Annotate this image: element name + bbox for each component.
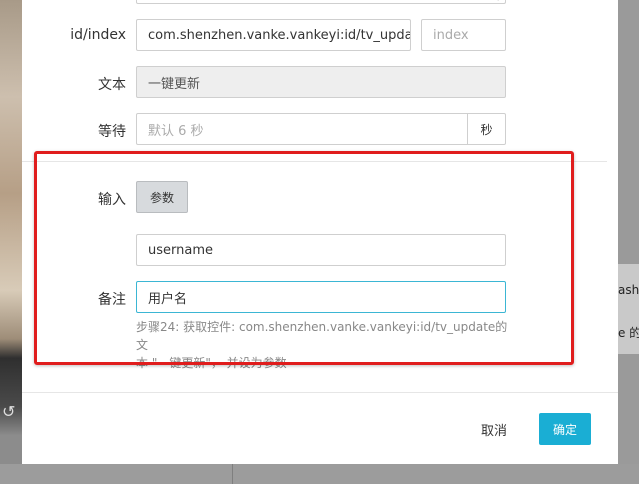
wait-input[interactable]: 默认 6 秒 — [136, 113, 468, 145]
wait-label: 等待 — [98, 124, 126, 140]
id-input[interactable]: com.shenzhen.vanke.vankeyi:id/tv_update — [136, 19, 411, 51]
background-page-left: ↺ — [0, 0, 22, 484]
background-divider — [232, 464, 233, 484]
footer-divider — [22, 392, 618, 393]
id-index-label: id/index — [70, 27, 126, 43]
step-edit-dialog: ⋰ id/index com.shenzhen.vanke.vankeyi:id… — [22, 0, 618, 464]
background-page-bottom — [0, 464, 639, 484]
resize-grip-icon[interactable]: ⋰ — [497, 0, 503, 2]
wait-unit-addon: 秒 — [468, 113, 506, 145]
background-text: e 的 — [618, 326, 639, 340]
previous-textarea[interactable]: ⋰ — [136, 0, 506, 4]
background-text: ash — [618, 283, 639, 297]
text-input: 一键更新 — [136, 66, 506, 98]
background-page-right: ash e 的 — [618, 0, 639, 484]
index-input[interactable]: index — [421, 19, 506, 51]
cancel-button[interactable]: 取消 — [470, 413, 518, 445]
text-label: 文本 — [98, 77, 126, 93]
refresh-icon: ↺ — [2, 402, 16, 421]
red-highlight-box — [34, 151, 574, 365]
confirm-button[interactable]: 确定 — [539, 413, 591, 445]
